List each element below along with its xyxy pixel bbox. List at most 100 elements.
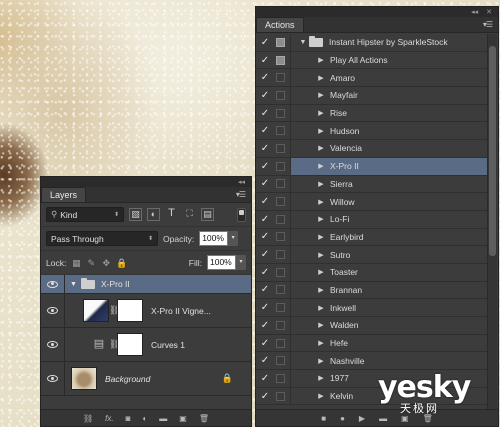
action-row[interactable]: ✓ ▶ X-Pro II — [256, 157, 488, 176]
action-row[interactable]: ✓ ▶ Sierra — [256, 175, 488, 194]
toggle-dialog-icon[interactable] — [276, 161, 285, 171]
toggle-dialog-icon[interactable] — [276, 267, 285, 277]
expand-group-icon[interactable]: ▼ — [70, 281, 77, 288]
smart-object-filter-icon[interactable]: ▤ — [201, 208, 214, 221]
toggle-dialog-icon[interactable] — [276, 143, 285, 153]
toggle-dialog-icon[interactable] — [276, 126, 285, 136]
expand-action-icon[interactable]: ▶ — [315, 392, 327, 400]
visibility-eye-icon[interactable] — [41, 294, 65, 327]
action-name-cell[interactable]: ▶ Lo-Fi — [290, 210, 488, 228]
action-row[interactable]: ✓ ▶ Inkwell — [256, 299, 488, 317]
toggle-dialog-icon[interactable] — [276, 303, 285, 313]
expand-set-icon[interactable]: ▼ — [297, 39, 309, 46]
action-row[interactable]: ✓ ▶ Walden — [256, 317, 488, 335]
action-name-cell[interactable]: ▶ Willow — [290, 193, 488, 210]
toggle-dialog-icon[interactable] — [276, 37, 285, 47]
action-name-cell[interactable]: ▶ Nashville — [290, 352, 488, 370]
toggle-dialog-icon[interactable] — [276, 320, 285, 330]
action-name-cell[interactable]: ▶ Play All Actions — [290, 51, 488, 69]
shape-filter-icon[interactable]: ⛶ — [183, 208, 196, 221]
action-row[interactable]: ✓ ▶ Nashville — [256, 352, 488, 371]
toggle-dialog-icon[interactable] — [276, 197, 285, 207]
toggle-item-check-icon[interactable]: ✓ — [256, 214, 274, 225]
filter-kind-dropdown[interactable]: ⚲ Kind ⬍ — [46, 207, 124, 222]
filter-toggle[interactable] — [237, 207, 246, 222]
toggle-dialog-icon[interactable] — [276, 250, 285, 260]
layer-row[interactable]: ▤ ⛓ Curves 1 — [41, 328, 251, 362]
action-name-cell[interactable]: ▶ Amaro — [290, 69, 488, 87]
expand-action-icon[interactable]: ▶ — [315, 162, 327, 170]
tab-actions[interactable]: Actions — [256, 17, 304, 32]
action-row[interactable]: ✓ ▶ Hudson — [256, 122, 488, 141]
action-name-cell[interactable]: ▶ Sutro — [290, 246, 488, 263]
expand-action-icon[interactable]: ▶ — [315, 321, 327, 329]
opacity-input[interactable]: 100% — [199, 231, 229, 246]
toggle-item-check-icon[interactable]: ✓ — [256, 108, 274, 119]
visibility-eye-icon[interactable] — [41, 328, 65, 361]
new-layer-icon[interactable]: ▣ — [179, 414, 187, 423]
toggle-item-check-icon[interactable]: ✓ — [256, 338, 274, 349]
toggle-dialog-icon[interactable] — [276, 108, 285, 118]
collapse-icon[interactable]: ◂◂ — [238, 178, 245, 186]
action-name-cell[interactable]: ▶ Rise — [290, 104, 488, 122]
expand-action-icon[interactable]: ▶ — [315, 109, 327, 117]
layer-mask-thumbnail[interactable] — [117, 333, 143, 356]
pixel-filter-icon[interactable]: ▧ — [129, 208, 142, 221]
fill-input[interactable]: 100% — [207, 255, 236, 270]
blend-mode-dropdown[interactable]: Pass Through ⬍ — [46, 231, 158, 246]
toggle-dialog-icon[interactable] — [276, 179, 285, 189]
action-name-cell[interactable]: ▶ Sierra — [290, 175, 488, 193]
toggle-dialog-icon[interactable] — [276, 73, 285, 83]
type-filter-icon[interactable]: T — [165, 208, 178, 221]
expand-action-icon[interactable]: ▶ — [315, 215, 327, 223]
action-name-cell[interactable]: ▶ Mayfair — [290, 87, 488, 104]
expand-action-icon[interactable]: ▶ — [315, 180, 327, 188]
expand-action-icon[interactable]: ▶ — [315, 339, 327, 347]
action-row[interactable]: ✓ ▶ Lo-Fi — [256, 210, 488, 229]
toggle-item-check-icon[interactable]: ✓ — [256, 161, 274, 172]
toggle-dialog-icon[interactable] — [276, 90, 285, 100]
visibility-eye-icon[interactable] — [41, 275, 65, 293]
action-name-cell[interactable]: ▶ Toaster — [290, 263, 488, 281]
layer-group-row[interactable]: ▼ X-Pro II — [41, 275, 251, 294]
toggle-dialog-icon[interactable] — [276, 338, 285, 348]
action-name-cell[interactable]: ▶ Hefe — [290, 334, 488, 352]
stop-icon[interactable]: ■ — [321, 414, 326, 423]
toggle-item-check-icon[interactable]: ✓ — [256, 125, 274, 136]
play-icon[interactable]: ▶ — [359, 414, 365, 423]
action-row[interactable]: ✓ ▶ Play All Actions — [256, 51, 488, 70]
action-name-cell[interactable]: ▼ Instant Hipster by SparkleStock — [290, 34, 488, 51]
toggle-item-check-icon[interactable]: ✓ — [256, 249, 274, 260]
action-row[interactable]: ✓ ▶ Amaro — [256, 69, 488, 88]
action-row[interactable]: ✓ ▶ Earlybird — [256, 228, 488, 247]
toggle-item-check-icon[interactable]: ✓ — [256, 55, 274, 66]
action-row[interactable]: ✓ ▶ Mayfair — [256, 87, 488, 105]
add-mask-icon[interactable]: ◙ — [126, 414, 131, 423]
action-name-cell[interactable]: ▶ Earlybird — [290, 228, 488, 246]
expand-action-icon[interactable]: ▶ — [315, 56, 327, 64]
toggle-item-check-icon[interactable]: ✓ — [256, 391, 274, 402]
expand-action-icon[interactable]: ▶ — [315, 374, 327, 382]
action-row[interactable]: ✓ ▶ Rise — [256, 104, 488, 123]
toggle-item-check-icon[interactable]: ✓ — [256, 196, 274, 207]
toggle-dialog-icon[interactable] — [276, 232, 285, 242]
action-row[interactable]: ✓ ▶ Willow — [256, 193, 488, 211]
toggle-dialog-icon[interactable] — [276, 55, 285, 65]
new-set-icon[interactable]: ▬ — [379, 414, 387, 423]
panel-menu-icon[interactable]: ▾☰ — [483, 20, 493, 29]
action-set-row[interactable]: ✓ ▼ Instant Hipster by SparkleStock — [256, 34, 488, 52]
collapse-icon[interactable]: ◂◂ — [471, 8, 478, 16]
expand-action-icon[interactable]: ▶ — [315, 91, 327, 99]
expand-action-icon[interactable]: ▶ — [315, 144, 327, 152]
mask-link-icon[interactable]: ⛓ — [109, 305, 120, 316]
layer-mask-thumbnail[interactable] — [117, 299, 143, 322]
expand-action-icon[interactable]: ▶ — [315, 304, 327, 312]
toggle-item-check-icon[interactable]: ✓ — [256, 178, 274, 189]
curves-adjustment-icon[interactable]: ▤ — [89, 333, 109, 356]
fx-icon[interactable]: fx. — [105, 414, 113, 423]
lock-position-icon[interactable]: ✥ — [101, 258, 111, 268]
action-name-cell[interactable]: ▶ Walden — [290, 317, 488, 334]
actions-scrollbar[interactable] — [487, 34, 497, 410]
toggle-item-check-icon[interactable]: ✓ — [256, 37, 274, 48]
expand-action-icon[interactable]: ▶ — [315, 198, 327, 206]
